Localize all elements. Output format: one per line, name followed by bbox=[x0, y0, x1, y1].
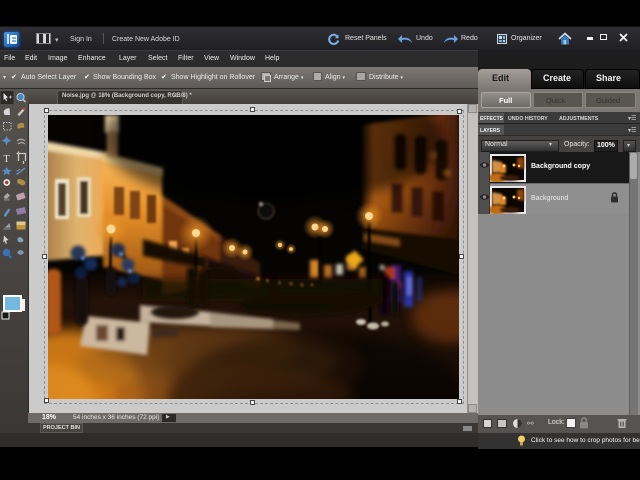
svg-text:T: T bbox=[4, 154, 10, 165]
